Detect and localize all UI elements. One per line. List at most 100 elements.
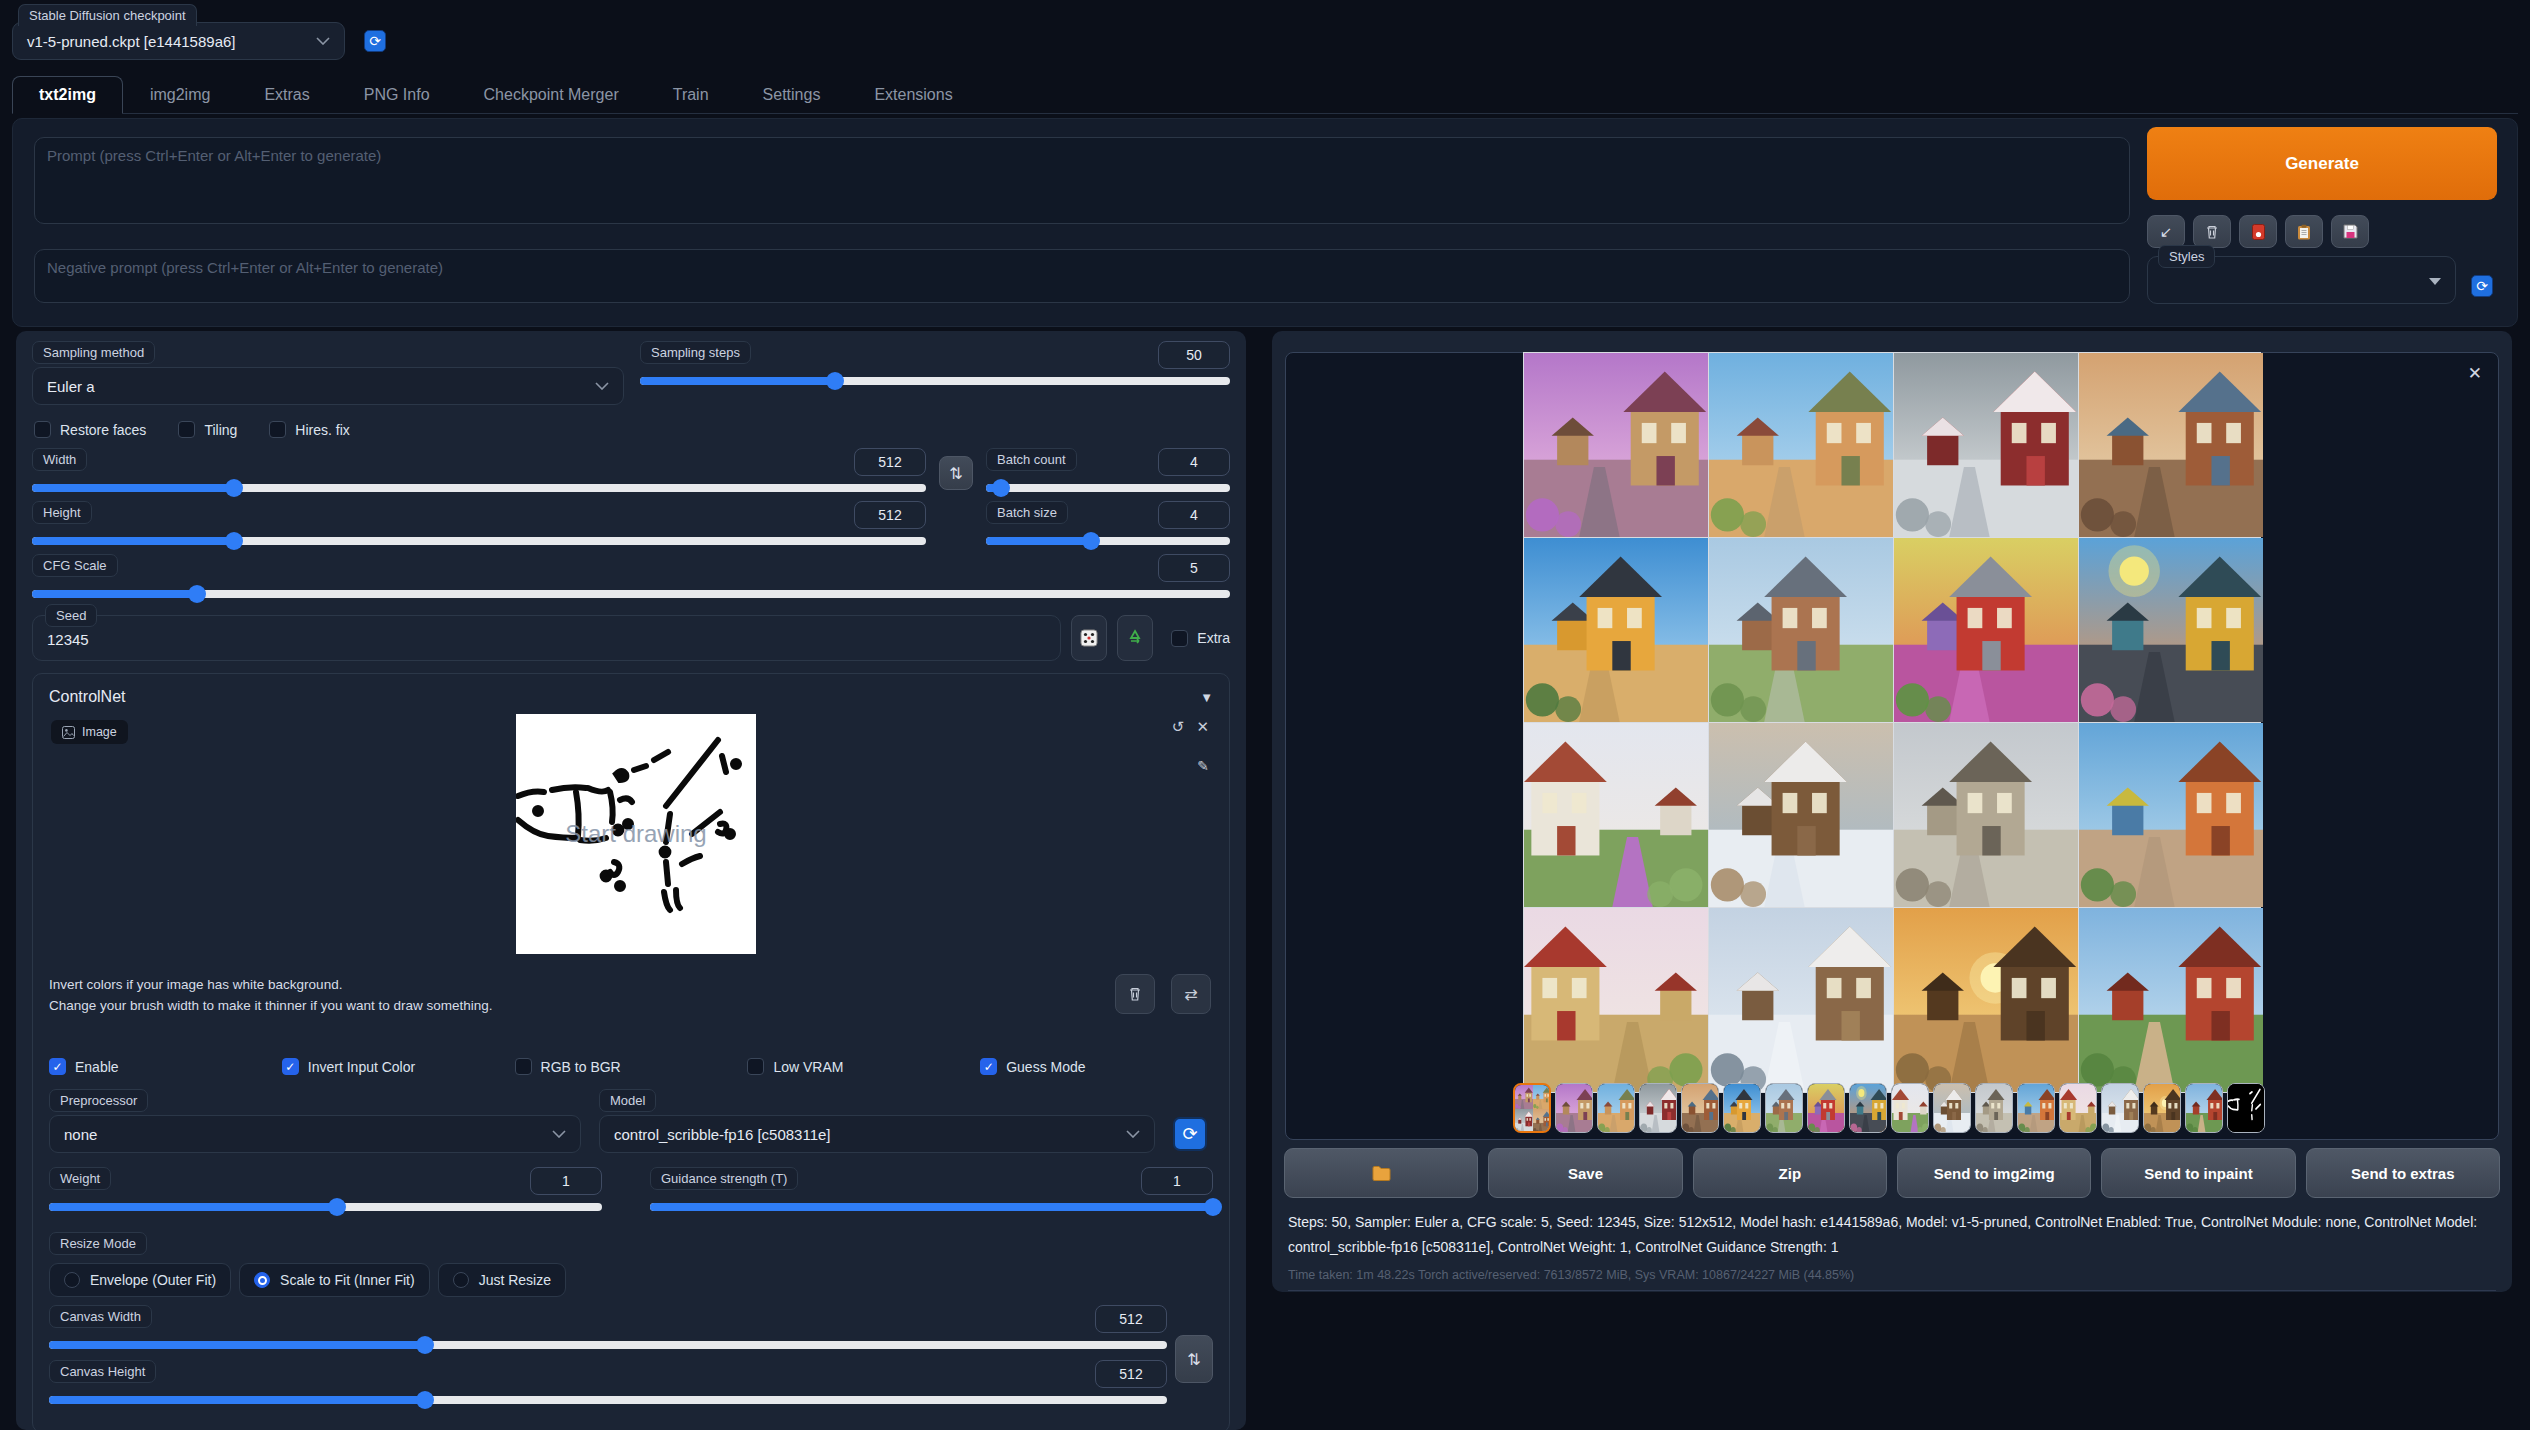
sampling-steps-slider[interactable]	[640, 372, 1230, 390]
generated-image[interactable]	[1709, 538, 1893, 722]
random-seed-button[interactable]	[1071, 615, 1107, 661]
cfg-scale-slider[interactable]	[32, 585, 1230, 603]
generated-image[interactable]	[2079, 908, 2263, 1092]
tab-extensions[interactable]: Extensions	[847, 76, 979, 113]
checkpoint-refresh-button[interactable]: ⟳	[364, 30, 386, 52]
weight-slider[interactable]	[49, 1198, 602, 1216]
cfg-scale-input[interactable]: 5	[1158, 554, 1230, 582]
width-slider[interactable]	[32, 479, 926, 497]
radio-envelope-outer-fit-[interactable]: Envelope (Outer Fit)	[49, 1263, 231, 1297]
save-button[interactable]: Save	[1488, 1148, 1682, 1198]
thumbnail-image[interactable]	[1765, 1083, 1803, 1133]
styles-dropdown[interactable]: Styles	[2147, 256, 2456, 304]
checkbox-rgb-to-bgr[interactable]: RGB to BGR	[515, 1058, 748, 1075]
generated-image[interactable]	[2079, 538, 2263, 722]
thumbnail-image[interactable]	[2017, 1083, 2055, 1133]
trash-button[interactable]	[2193, 215, 2231, 248]
send-to-extras-button[interactable]: Send to extras	[2306, 1148, 2500, 1198]
controlnet-image-tab[interactable]: Image	[51, 720, 128, 744]
height-slider[interactable]	[32, 532, 926, 550]
card-button[interactable]	[2239, 215, 2277, 248]
canvas-height-input[interactable]: 512	[1095, 1360, 1167, 1388]
clear-canvas-icon[interactable]: ✕	[1196, 718, 1209, 736]
thumbnail-image[interactable]	[1849, 1083, 1887, 1133]
batch-size-slider[interactable]	[986, 532, 1230, 550]
seed-extra-checkbox[interactable]: Extra	[1171, 615, 1230, 661]
prompt-input[interactable]	[34, 137, 2130, 224]
tab-train[interactable]: Train	[646, 76, 736, 113]
generated-image[interactable]	[1894, 723, 2078, 907]
reuse-seed-button[interactable]	[1117, 615, 1153, 661]
guidance-strength-input[interactable]: 1	[1141, 1167, 1213, 1195]
generated-image[interactable]	[1894, 538, 2078, 722]
tab-img2img[interactable]: img2img	[123, 76, 237, 113]
thumbnail-image[interactable]	[1597, 1083, 1635, 1133]
generated-image[interactable]	[2079, 723, 2263, 907]
model-refresh-button[interactable]: ⟳	[1173, 1117, 1207, 1151]
generated-image[interactable]	[1524, 353, 1708, 537]
tab-txt2img[interactable]: txt2img	[12, 76, 123, 114]
clipboard-button[interactable]	[2285, 215, 2323, 248]
sampling-steps-input[interactable]: 50	[1158, 341, 1230, 369]
thumbnail-image[interactable]	[1975, 1083, 2013, 1133]
weight-input[interactable]: 1	[530, 1167, 602, 1195]
thumbnail-scribble[interactable]	[2227, 1083, 2265, 1133]
thumbnail-image[interactable]	[2143, 1083, 2181, 1133]
brush-icon[interactable]: ✎	[1197, 758, 1209, 774]
thumbnail-image[interactable]	[2101, 1083, 2139, 1133]
thumbnail-image[interactable]	[1681, 1083, 1719, 1133]
new-canvas-button[interactable]	[1115, 974, 1155, 1014]
checkbox-guess-mode[interactable]: ✓Guess Mode	[980, 1058, 1213, 1075]
thumbnail-image[interactable]	[1639, 1083, 1677, 1133]
zip-button[interactable]: Zip	[1693, 1148, 1887, 1198]
close-gallery-icon[interactable]: ✕	[2468, 363, 2482, 384]
checkbox-tiling[interactable]: Tiling	[178, 421, 237, 438]
batch-count-input[interactable]: 4	[1158, 448, 1230, 476]
generated-image[interactable]	[1524, 538, 1708, 722]
swap-canvas-dimensions-button[interactable]: ⇅	[1175, 1335, 1213, 1383]
generated-image[interactable]	[1709, 908, 1893, 1092]
negative-prompt-input[interactable]	[34, 249, 2130, 303]
generated-image[interactable]	[2079, 353, 2263, 537]
canvas-width-input[interactable]: 512	[1095, 1305, 1167, 1333]
swap-camera-button[interactable]: ⇄	[1171, 974, 1211, 1014]
batch-count-slider[interactable]	[986, 479, 1230, 497]
thumbnail-image[interactable]	[2185, 1083, 2223, 1133]
width-input[interactable]: 512	[854, 448, 926, 476]
thumbnail-image[interactable]	[1933, 1083, 1971, 1133]
seed-field[interactable]: Seed 12345	[32, 615, 1061, 661]
open-folder-button[interactable]	[1284, 1148, 1478, 1198]
checkbox-enable[interactable]: ✓Enable	[49, 1058, 282, 1075]
checkbox-invert-input-color[interactable]: ✓Invert Input Color	[282, 1058, 515, 1075]
checkbox-hires-fix[interactable]: Hires. fix	[269, 421, 349, 438]
preprocessor-dropdown[interactable]: none	[49, 1115, 581, 1153]
guidance-strength-slider[interactable]	[650, 1198, 1213, 1216]
styles-refresh-button[interactable]: ⟳	[2471, 275, 2493, 297]
batch-size-input[interactable]: 4	[1158, 501, 1230, 529]
checkbox-low-vram[interactable]: Low VRAM	[747, 1058, 980, 1075]
arrow-down-left-button[interactable]: ↙	[2147, 215, 2185, 248]
tab-checkpoint-merger[interactable]: Checkpoint Merger	[457, 76, 646, 113]
canvas-width-slider[interactable]	[49, 1336, 1167, 1354]
scribble-canvas[interactable]: Start drawing	[516, 714, 756, 954]
radio-scale-to-fit-inner-fit-[interactable]: Scale to Fit (Inner Fit)	[239, 1263, 430, 1297]
swap-dimensions-button[interactable]: ⇅	[939, 456, 973, 490]
tab-settings[interactable]: Settings	[736, 76, 848, 113]
generated-image[interactable]	[1894, 353, 2078, 537]
generated-image[interactable]	[1709, 723, 1893, 907]
collapse-arrow-icon[interactable]: ▼	[1200, 690, 1213, 705]
radio-just-resize[interactable]: Just Resize	[438, 1263, 566, 1297]
undo-icon[interactable]: ↺	[1172, 718, 1185, 736]
canvas-height-slider[interactable]	[49, 1391, 1167, 1409]
thumbnail-image[interactable]	[1807, 1083, 1845, 1133]
thumbnail-image[interactable]	[1723, 1083, 1761, 1133]
generated-image[interactable]	[1524, 908, 1708, 1092]
generated-image[interactable]	[1709, 353, 1893, 537]
sampling-method-dropdown[interactable]: Euler a	[32, 367, 624, 405]
generated-image[interactable]	[1524, 723, 1708, 907]
model-dropdown[interactable]: control_scribble-fp16 [c508311e]	[599, 1115, 1155, 1153]
checkpoint-dropdown[interactable]: v1-5-pruned.ckpt [e1441589a6]	[12, 22, 345, 60]
floppy-button[interactable]	[2331, 215, 2369, 248]
checkbox-restore-faces[interactable]: Restore faces	[34, 421, 146, 438]
height-input[interactable]: 512	[854, 501, 926, 529]
